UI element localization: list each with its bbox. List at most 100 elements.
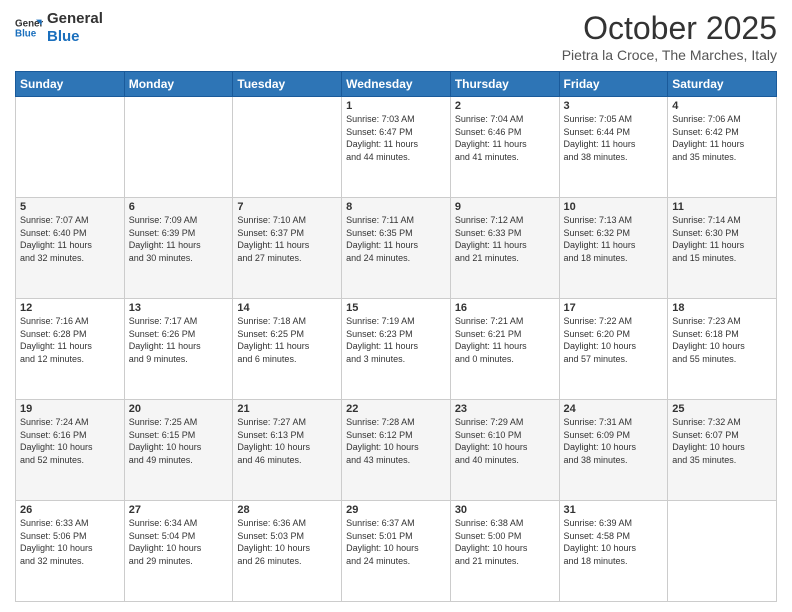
week-row-4: 19Sunrise: 7:24 AM Sunset: 6:16 PM Dayli… <box>16 400 777 501</box>
day-info: Sunrise: 7:05 AM Sunset: 6:44 PM Dayligh… <box>564 113 664 163</box>
day-number: 5 <box>20 201 120 213</box>
calendar-cell: 2Sunrise: 7:04 AM Sunset: 6:46 PM Daylig… <box>450 97 559 198</box>
day-info: Sunrise: 7:14 AM Sunset: 6:30 PM Dayligh… <box>672 214 772 264</box>
day-number: 24 <box>564 403 664 415</box>
location: Pietra la Croce, The Marches, Italy <box>562 47 777 63</box>
calendar-cell: 4Sunrise: 7:06 AM Sunset: 6:42 PM Daylig… <box>668 97 777 198</box>
logo-text-general: General <box>47 10 103 28</box>
day-header-monday: Monday <box>124 72 233 97</box>
day-number: 23 <box>455 403 555 415</box>
calendar-cell: 12Sunrise: 7:16 AM Sunset: 6:28 PM Dayli… <box>16 299 125 400</box>
calendar-cell: 3Sunrise: 7:05 AM Sunset: 6:44 PM Daylig… <box>559 97 668 198</box>
calendar-cell <box>16 97 125 198</box>
day-info: Sunrise: 7:18 AM Sunset: 6:25 PM Dayligh… <box>237 315 337 365</box>
day-number: 6 <box>129 201 229 213</box>
calendar-cell: 9Sunrise: 7:12 AM Sunset: 6:33 PM Daylig… <box>450 198 559 299</box>
calendar-cell: 29Sunrise: 6:37 AM Sunset: 5:01 PM Dayli… <box>342 501 451 602</box>
calendar-cell: 11Sunrise: 7:14 AM Sunset: 6:30 PM Dayli… <box>668 198 777 299</box>
calendar-cell: 16Sunrise: 7:21 AM Sunset: 6:21 PM Dayli… <box>450 299 559 400</box>
days-header-row: SundayMondayTuesdayWednesdayThursdayFrid… <box>16 72 777 97</box>
day-number: 27 <box>129 504 229 516</box>
day-info: Sunrise: 7:11 AM Sunset: 6:35 PM Dayligh… <box>346 214 446 264</box>
day-info: Sunrise: 6:38 AM Sunset: 5:00 PM Dayligh… <box>455 517 555 567</box>
day-number: 28 <box>237 504 337 516</box>
calendar-cell: 20Sunrise: 7:25 AM Sunset: 6:15 PM Dayli… <box>124 400 233 501</box>
day-info: Sunrise: 7:28 AM Sunset: 6:12 PM Dayligh… <box>346 416 446 466</box>
week-row-2: 5Sunrise: 7:07 AM Sunset: 6:40 PM Daylig… <box>16 198 777 299</box>
day-number: 17 <box>564 302 664 314</box>
day-number: 22 <box>346 403 446 415</box>
day-info: Sunrise: 7:19 AM Sunset: 6:23 PM Dayligh… <box>346 315 446 365</box>
day-number: 9 <box>455 201 555 213</box>
calendar-cell: 25Sunrise: 7:32 AM Sunset: 6:07 PM Dayli… <box>668 400 777 501</box>
calendar-cell: 28Sunrise: 6:36 AM Sunset: 5:03 PM Dayli… <box>233 501 342 602</box>
day-number: 13 <box>129 302 229 314</box>
calendar-cell: 24Sunrise: 7:31 AM Sunset: 6:09 PM Dayli… <box>559 400 668 501</box>
day-header-wednesday: Wednesday <box>342 72 451 97</box>
day-info: Sunrise: 7:09 AM Sunset: 6:39 PM Dayligh… <box>129 214 229 264</box>
calendar-cell: 23Sunrise: 7:29 AM Sunset: 6:10 PM Dayli… <box>450 400 559 501</box>
day-info: Sunrise: 7:06 AM Sunset: 6:42 PM Dayligh… <box>672 113 772 163</box>
calendar-cell: 5Sunrise: 7:07 AM Sunset: 6:40 PM Daylig… <box>16 198 125 299</box>
day-number: 11 <box>672 201 772 213</box>
day-number: 31 <box>564 504 664 516</box>
calendar-cell: 22Sunrise: 7:28 AM Sunset: 6:12 PM Dayli… <box>342 400 451 501</box>
day-info: Sunrise: 6:39 AM Sunset: 4:58 PM Dayligh… <box>564 517 664 567</box>
week-row-3: 12Sunrise: 7:16 AM Sunset: 6:28 PM Dayli… <box>16 299 777 400</box>
day-header-saturday: Saturday <box>668 72 777 97</box>
calendar-table: SundayMondayTuesdayWednesdayThursdayFrid… <box>15 71 777 602</box>
day-info: Sunrise: 7:21 AM Sunset: 6:21 PM Dayligh… <box>455 315 555 365</box>
title-block: October 2025 Pietra la Croce, The Marche… <box>562 10 777 63</box>
week-row-5: 26Sunrise: 6:33 AM Sunset: 5:06 PM Dayli… <box>16 501 777 602</box>
day-header-friday: Friday <box>559 72 668 97</box>
day-header-thursday: Thursday <box>450 72 559 97</box>
day-info: Sunrise: 7:07 AM Sunset: 6:40 PM Dayligh… <box>20 214 120 264</box>
day-info: Sunrise: 6:36 AM Sunset: 5:03 PM Dayligh… <box>237 517 337 567</box>
calendar-cell: 19Sunrise: 7:24 AM Sunset: 6:16 PM Dayli… <box>16 400 125 501</box>
calendar-cell: 31Sunrise: 6:39 AM Sunset: 4:58 PM Dayli… <box>559 501 668 602</box>
day-info: Sunrise: 7:24 AM Sunset: 6:16 PM Dayligh… <box>20 416 120 466</box>
day-info: Sunrise: 7:23 AM Sunset: 6:18 PM Dayligh… <box>672 315 772 365</box>
calendar-cell <box>233 97 342 198</box>
day-info: Sunrise: 7:12 AM Sunset: 6:33 PM Dayligh… <box>455 214 555 264</box>
calendar-cell: 27Sunrise: 6:34 AM Sunset: 5:04 PM Dayli… <box>124 501 233 602</box>
day-number: 10 <box>564 201 664 213</box>
day-header-tuesday: Tuesday <box>233 72 342 97</box>
day-number: 1 <box>346 100 446 112</box>
day-number: 8 <box>346 201 446 213</box>
svg-text:Blue: Blue <box>15 28 37 39</box>
calendar-cell: 17Sunrise: 7:22 AM Sunset: 6:20 PM Dayli… <box>559 299 668 400</box>
calendar-cell: 18Sunrise: 7:23 AM Sunset: 6:18 PM Dayli… <box>668 299 777 400</box>
day-number: 15 <box>346 302 446 314</box>
day-info: Sunrise: 7:16 AM Sunset: 6:28 PM Dayligh… <box>20 315 120 365</box>
day-info: Sunrise: 7:31 AM Sunset: 6:09 PM Dayligh… <box>564 416 664 466</box>
day-number: 14 <box>237 302 337 314</box>
day-info: Sunrise: 7:29 AM Sunset: 6:10 PM Dayligh… <box>455 416 555 466</box>
logo-text-blue: Blue <box>47 28 103 46</box>
logo-icon: General Blue <box>15 14 43 42</box>
day-info: Sunrise: 7:10 AM Sunset: 6:37 PM Dayligh… <box>237 214 337 264</box>
day-header-sunday: Sunday <box>16 72 125 97</box>
calendar-cell: 21Sunrise: 7:27 AM Sunset: 6:13 PM Dayli… <box>233 400 342 501</box>
day-number: 21 <box>237 403 337 415</box>
calendar-cell: 7Sunrise: 7:10 AM Sunset: 6:37 PM Daylig… <box>233 198 342 299</box>
logo: General Blue General Blue <box>15 10 103 46</box>
day-number: 18 <box>672 302 772 314</box>
calendar-cell: 15Sunrise: 7:19 AM Sunset: 6:23 PM Dayli… <box>342 299 451 400</box>
day-info: Sunrise: 7:32 AM Sunset: 6:07 PM Dayligh… <box>672 416 772 466</box>
calendar-body: 1Sunrise: 7:03 AM Sunset: 6:47 PM Daylig… <box>16 97 777 602</box>
calendar-cell: 10Sunrise: 7:13 AM Sunset: 6:32 PM Dayli… <box>559 198 668 299</box>
day-info: Sunrise: 6:34 AM Sunset: 5:04 PM Dayligh… <box>129 517 229 567</box>
day-info: Sunrise: 6:33 AM Sunset: 5:06 PM Dayligh… <box>20 517 120 567</box>
day-number: 26 <box>20 504 120 516</box>
calendar-cell: 30Sunrise: 6:38 AM Sunset: 5:00 PM Dayli… <box>450 501 559 602</box>
day-number: 20 <box>129 403 229 415</box>
calendar-cell <box>124 97 233 198</box>
day-number: 29 <box>346 504 446 516</box>
day-number: 30 <box>455 504 555 516</box>
calendar-cell: 26Sunrise: 6:33 AM Sunset: 5:06 PM Dayli… <box>16 501 125 602</box>
calendar-cell <box>668 501 777 602</box>
month-title: October 2025 <box>562 10 777 47</box>
calendar-cell: 1Sunrise: 7:03 AM Sunset: 6:47 PM Daylig… <box>342 97 451 198</box>
day-info: Sunrise: 7:22 AM Sunset: 6:20 PM Dayligh… <box>564 315 664 365</box>
